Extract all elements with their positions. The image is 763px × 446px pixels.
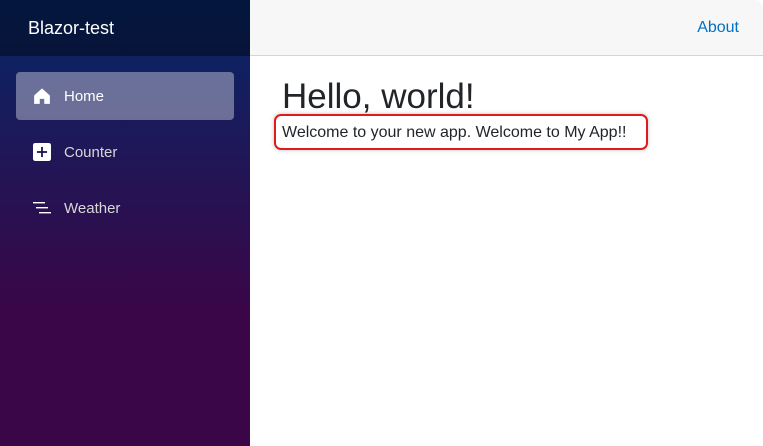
page-title: Hello, world!: [282, 77, 475, 116]
plus-square-icon: [32, 142, 52, 162]
about-link[interactable]: About: [697, 19, 739, 37]
sidebar: Blazor-test Home Counter Weather: [0, 0, 250, 446]
nav-menu: Home Counter Weather: [0, 56, 250, 232]
main-area: About Hello, world! Welcome to your new …: [250, 0, 763, 446]
welcome-text: Welcome to your new app. Welcome to My A…: [282, 124, 627, 141]
nav-item-counter[interactable]: Counter: [16, 128, 234, 176]
nav-item-label: Home: [64, 87, 105, 105]
page-content: Hello, world! Welcome to your new app. W…: [250, 56, 763, 150]
home-icon: [32, 86, 52, 106]
brand-bar: Blazor-test: [0, 0, 250, 56]
nav-item-label: Counter: [64, 143, 118, 161]
top-bar: About: [250, 0, 763, 56]
nav-item-label: Weather: [64, 199, 121, 217]
brand-link[interactable]: Blazor-test: [28, 18, 114, 39]
list-icon: [32, 198, 52, 218]
app-window: Blazor-test Home Counter Weather About H…: [0, 0, 763, 446]
nav-item-weather[interactable]: Weather: [16, 184, 234, 232]
nav-item-home[interactable]: Home: [16, 72, 234, 120]
